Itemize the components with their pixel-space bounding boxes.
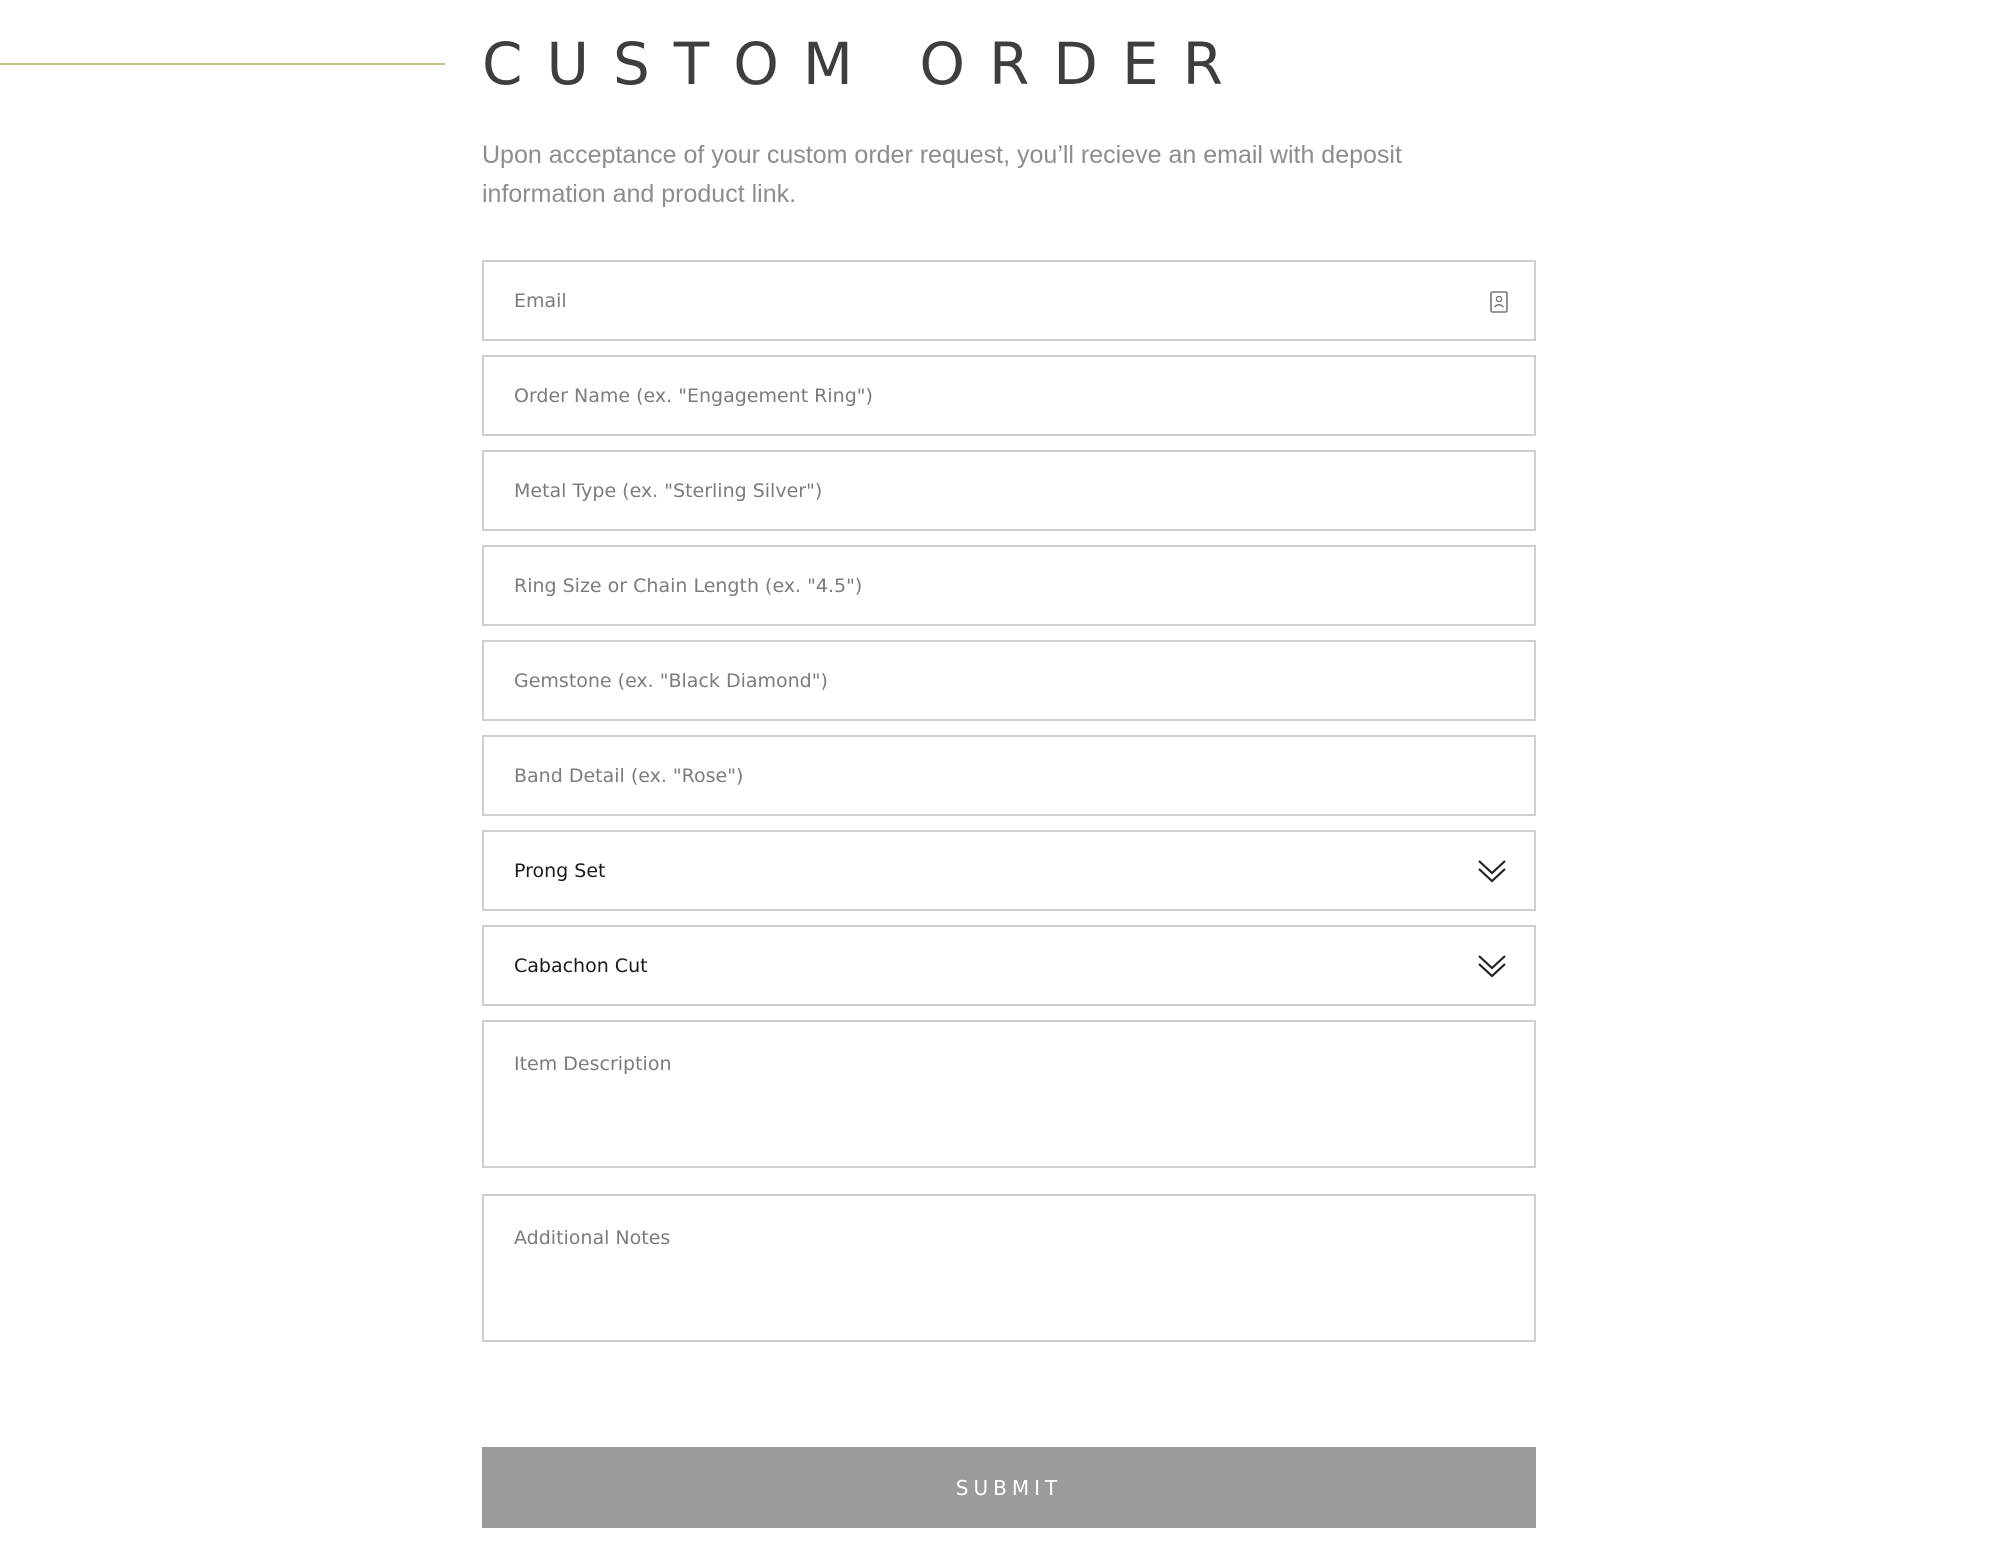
additional-notes-field[interactable]: [484, 1196, 1534, 1340]
intro-text: Upon acceptance of your custom order req…: [482, 141, 1402, 208]
setting-select-value[interactable]: Prong Set: [484, 832, 1534, 909]
item-description-field[interactable]: [484, 1022, 1534, 1166]
band-detail-field[interactable]: [484, 737, 1534, 814]
decorative-accent-line: [0, 63, 445, 65]
submit-button[interactable]: SUBMIT: [482, 1447, 1536, 1528]
ring-size-field[interactable]: [484, 547, 1534, 624]
band-detail-field-wrapper: [482, 735, 1536, 816]
page-title: CUSTOM ORDER: [482, 30, 1247, 98]
metal-type-field-wrapper: [482, 450, 1536, 531]
order-name-field[interactable]: [484, 357, 1534, 434]
email-field-wrapper: [482, 260, 1536, 341]
cut-select[interactable]: Cabachon Cut: [482, 925, 1536, 1006]
gemstone-field[interactable]: [484, 642, 1534, 719]
custom-order-form: Prong Set Cabachon Cut: [482, 260, 1536, 1368]
gemstone-field-wrapper: [482, 640, 1536, 721]
email-field[interactable]: [484, 262, 1534, 339]
item-description-field-wrapper: [482, 1020, 1536, 1168]
setting-select[interactable]: Prong Set: [482, 830, 1536, 911]
contact-card-icon[interactable]: [1489, 290, 1509, 314]
cut-select-value[interactable]: Cabachon Cut: [484, 927, 1534, 1004]
ring-size-field-wrapper: [482, 545, 1536, 626]
additional-notes-field-wrapper: [482, 1194, 1536, 1342]
order-name-field-wrapper: [482, 355, 1536, 436]
metal-type-field[interactable]: [484, 452, 1534, 529]
